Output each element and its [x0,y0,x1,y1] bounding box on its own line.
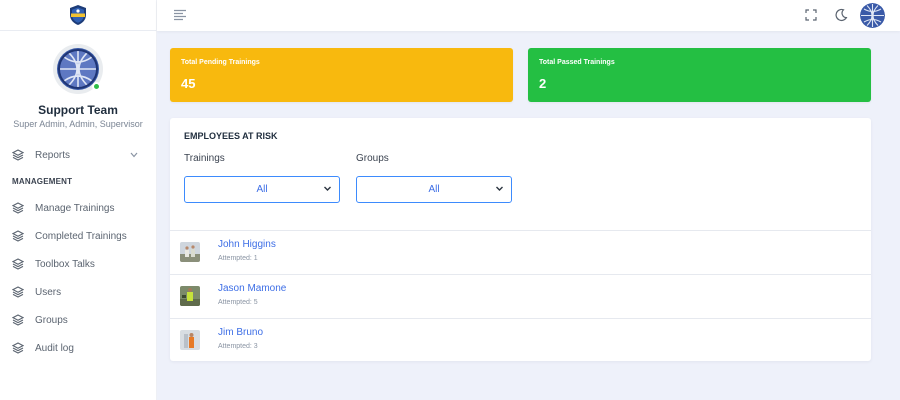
sidebar-item-groups[interactable]: Groups [0,306,156,334]
employee-name[interactable]: Jason Mamone [218,283,286,294]
sidebar-nav: Reports MANAGEMENT Manage Trainings Comp… [0,141,156,362]
employee-attempts: Attempted: 3 [218,343,258,350]
employee-photo [180,330,200,350]
sidebar-item-completed-trainings[interactable]: Completed Trainings [0,222,156,250]
sidebar-item-toolbox-talks[interactable]: Toolbox Talks [0,250,156,278]
hamburger-menu-icon[interactable] [172,7,188,23]
sidebar-item-reports[interactable]: Reports [0,141,156,169]
moon-icon[interactable] [833,7,849,23]
chevron-down-icon [323,184,332,193]
passed-trainings-card[interactable]: Total Passed Trainings 2 [528,48,871,102]
sidebar-section-management: MANAGEMENT [12,177,73,186]
sidebar-item-users[interactable]: Users [0,278,156,306]
sidebar: Support Team Super Admin, Admin, Supervi… [0,0,157,400]
employee-name[interactable]: Jim Bruno [218,327,263,338]
select-value: All [428,184,440,195]
layers-icon [12,258,24,270]
layers-icon [12,342,24,354]
sidebar-logo-bar [0,0,156,31]
layers-icon [12,286,24,298]
online-status-dot [92,82,101,91]
pending-trainings-card[interactable]: Total Pending Trainings 45 [170,48,513,102]
globe-avatar-icon [860,3,885,28]
layers-icon [12,230,24,242]
groups-select[interactable]: All [356,176,512,203]
select-value: All [256,184,268,195]
stat-label: Total Pending Trainings [181,59,260,66]
user-profile: Support Team Super Admin, Admin, Supervi… [0,31,156,129]
layers-icon [12,149,24,161]
employees-at-risk-panel: EMPLOYEES AT RISK Trainings Groups All A… [170,118,871,361]
stat-value: 45 [181,76,196,91]
list-item[interactable]: John Higgins Attempted: 1 [170,230,871,274]
layers-icon [12,202,24,214]
profile-name: Support Team [38,103,118,117]
sidebar-item-label: Reports [35,149,71,161]
list-item[interactable]: Jim Bruno Attempted: 3 [170,318,871,362]
sidebar-item-label: Users [35,286,62,298]
stat-value: 2 [539,76,547,91]
chevron-down-icon[interactable] [130,150,138,160]
avatar[interactable] [53,44,103,94]
list-item[interactable]: Jason Mamone Attempted: 5 [170,274,871,318]
stat-label: Total Passed Trainings [539,59,615,66]
profile-roles: Super Admin, Admin, Supervisor [13,119,143,129]
employee-attempts: Attempted: 5 [218,299,258,306]
sidebar-item-audit-log[interactable]: Audit log [0,334,156,362]
allsafe-logo-icon[interactable] [67,4,89,26]
sidebar-item-label: Manage Trainings [35,202,115,214]
groups-filter-label: Groups [356,153,389,164]
sidebar-item-manage-trainings[interactable]: Manage Trainings [0,194,156,222]
sidebar-item-label: Completed Trainings [35,230,127,242]
employee-attempts: Attempted: 1 [218,255,258,262]
topbar [157,0,900,31]
panel-title: EMPLOYEES AT RISK [184,131,278,141]
trainings-filter-label: Trainings [184,153,225,164]
layers-icon [12,314,24,326]
trainings-select[interactable]: All [184,176,340,203]
fullscreen-icon[interactable] [803,7,819,23]
chevron-down-icon [495,184,504,193]
sidebar-item-label: Groups [35,314,68,326]
employee-photo [180,286,200,306]
employee-name[interactable]: John Higgins [218,239,276,250]
employee-list: John Higgins Attempted: 1 Jason Mamone A… [170,230,871,362]
sidebar-item-label: Toolbox Talks [35,258,95,270]
sidebar-item-label: Audit log [35,342,74,354]
user-avatar-button[interactable] [860,3,885,28]
employee-photo [180,242,200,262]
